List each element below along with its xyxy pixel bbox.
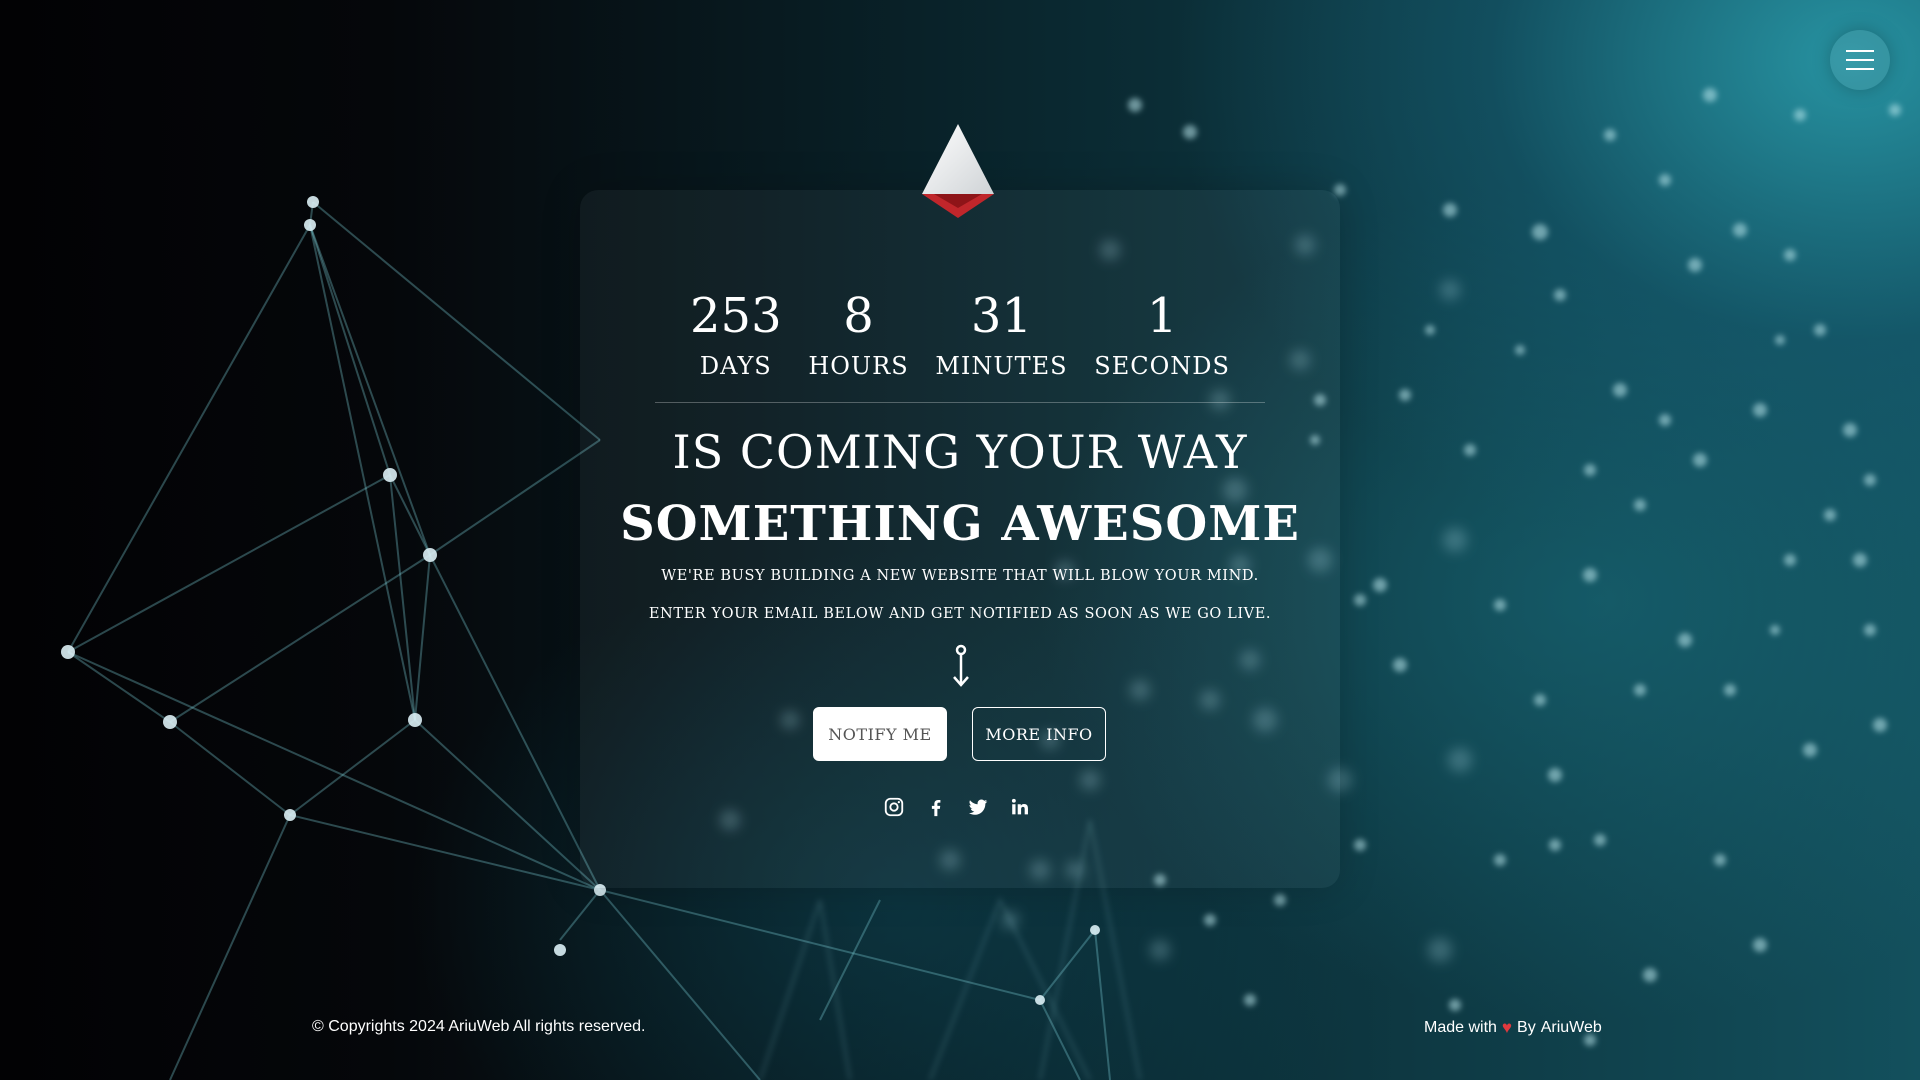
countdown-label: DAYS <box>699 352 772 380</box>
countdown-value: 8 <box>843 288 874 344</box>
headline-main: SOMETHING AWESOME <box>620 496 1300 552</box>
countdown-value: 31 <box>970 288 1032 344</box>
instagram-icon[interactable] <box>883 796 905 818</box>
menu-icon-bar <box>1846 50 1874 52</box>
countdown-days: 253 DAYS <box>690 284 782 382</box>
countdown-timer: 253 DAYS 8 HOURS 31 MINUTES 1 SECONDS <box>690 284 1230 382</box>
notify-me-button[interactable]: NOTIFY ME <box>813 707 947 761</box>
linkedin-icon[interactable] <box>1009 796 1031 818</box>
logo-icon <box>922 124 994 218</box>
countdown-minutes: 31 MINUTES <box>935 284 1067 382</box>
countdown-label: SECONDS <box>1094 352 1230 380</box>
countdown-value: 1 <box>1146 288 1178 344</box>
countdown-hours: 8 HOURS <box>808 284 908 382</box>
made-with-label: Made with <box>1424 1019 1497 1036</box>
description-line-1: WE'RE BUSY BUILDING A NEW WEBSITE THAT W… <box>661 568 1259 584</box>
by-label: By <box>1517 1019 1536 1036</box>
twitter-icon[interactable] <box>967 796 989 818</box>
divider <box>655 402 1265 403</box>
made-with-credit: Made with ♥ By AriuWeb <box>1424 1018 1602 1038</box>
heart-icon: ♥ <box>1501 1018 1513 1037</box>
menu-icon-bar <box>1846 68 1874 70</box>
author-link[interactable]: AriuWeb <box>1541 1019 1602 1037</box>
copyright-text: © Copyrights 2024 AriuWeb All rights res… <box>312 1018 646 1035</box>
more-info-button[interactable]: MORE INFO <box>972 707 1106 761</box>
menu-button[interactable] <box>1830 30 1890 90</box>
facebook-icon[interactable] <box>925 796 947 818</box>
countdown-label: HOURS <box>808 352 909 380</box>
arrow-down-icon <box>953 644 969 687</box>
countdown-label: MINUTES <box>935 352 1068 380</box>
menu-icon-bar <box>1846 59 1874 61</box>
countdown-seconds: 1 SECONDS <box>1094 284 1230 382</box>
social-links <box>883 796 1031 818</box>
description-line-2: ENTER YOUR EMAIL BELOW AND GET NOTIFIED … <box>648 606 1272 622</box>
countdown-value: 253 <box>690 288 782 344</box>
headline-sub: IS COMING YOUR WAY <box>672 425 1248 479</box>
